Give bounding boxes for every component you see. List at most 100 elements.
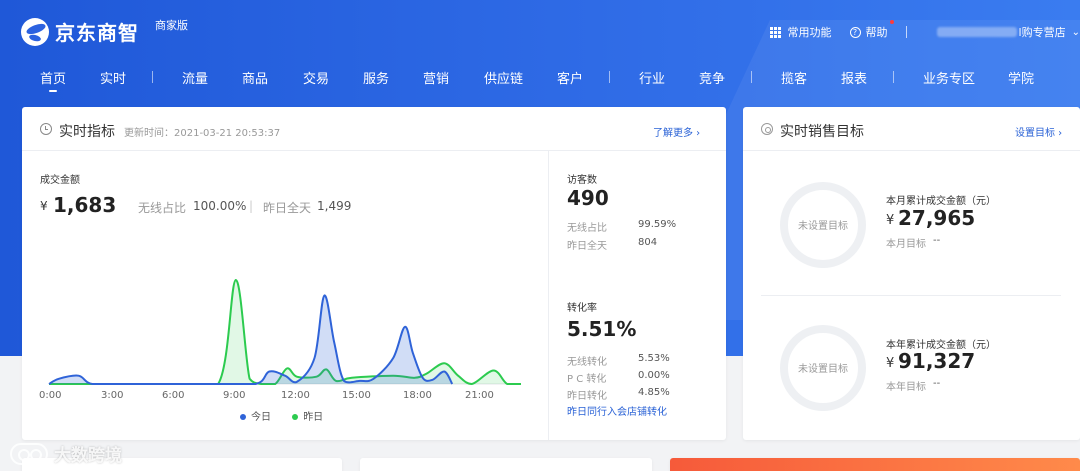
update-time: 更新时间：2021-03-21 20:53:37 [124,124,280,139]
nav-divider [609,71,610,83]
logo[interactable]: 京东商智 [21,17,139,46]
divider [905,26,907,38]
yearly-target-label: 本年目标 [886,382,926,393]
nav-item-realtime[interactable]: 实时 [100,68,126,87]
today-series-area [49,295,453,384]
watermark-logo-icon [10,442,48,465]
edition-label: 商家版 [155,19,188,32]
conversion-yesterday-label: 昨日转化 [567,391,607,402]
store-name-suffix: l购专营店 [1018,26,1066,39]
conversion-value: 5.51% [567,317,637,341]
nav-item-attract[interactable]: 揽客 [781,68,807,87]
grid-icon [769,26,783,38]
realtime-trend-chart [48,278,521,386]
nav-divider [751,71,752,83]
x-tick-label: 9:00 [223,390,246,401]
monthly-unset-label: 未设置目标 [798,221,848,232]
help-button[interactable]: ? 帮助 [849,20,894,40]
nav-item-customers[interactable]: 客户 [557,68,583,87]
gmv-label: 成交金额 [40,175,80,186]
sales-target-title: 实时销售目标 [780,124,864,140]
gmv-value: 1,683 [53,193,117,217]
sales-target-header: 实时销售目标 设置目标 › [743,107,1080,151]
yearly-gmv-value: 91,327 [898,349,976,373]
visitors-yesterday-value: 804 [638,237,658,248]
store-name-redacted [936,27,1017,37]
chart-legend: 今日 昨日 [240,408,323,423]
sales-target-card: 实时销售目标 设置目标 › 未设置目标 本月累计成交金额（元） ¥ 27,965… [743,107,1080,440]
visitors-value: 490 [567,186,609,210]
legend-yesterday-dot [292,414,299,420]
visitors-label: 访客数 [567,175,597,186]
legend-yesterday[interactable]: 昨日 [292,412,323,423]
nav-item-reports[interactable]: 报表 [841,68,867,87]
nav-item-service[interactable]: 服务 [363,68,389,87]
monthly-target-ring: 未设置目标 [780,182,866,268]
realtime-card-header: 实时指标 更新时间：2021-03-21 20:53:37 了解更多 › [22,107,726,151]
gmv-wireless-label: 无线占比 [138,201,187,215]
realtime-title: 实时指标 [59,124,115,140]
legend-today-label: 今日 [251,412,271,423]
set-target-label: 设置目标 [1015,128,1055,139]
vertical-divider [548,151,549,440]
legend-today[interactable]: 今日 [240,412,271,423]
set-target-link[interactable]: 设置目标 › [1015,124,1062,139]
logo-text: 京东商智 [55,21,139,45]
yearly-currency: ¥ [886,356,895,371]
bottom-card-3 [670,458,1080,471]
conversion-wireless-value: 5.53% [638,353,670,364]
nav-item-business-zone[interactable]: 业务专区 [923,68,975,87]
nav-item-products[interactable]: 商品 [242,68,268,87]
visitors-wireless-label: 无线占比 [567,223,607,234]
nav-item-supply-chain[interactable]: 供应链 [484,68,523,87]
nav-item-trade[interactable]: 交易 [303,68,329,87]
common-functions-button[interactable]: 常用功能 [769,24,832,40]
top-bar: 京东商智 商家版 常用功能 ? 帮助 l购专营店 ⌄ [0,0,1080,60]
x-tick-label: 18:00 [403,390,432,401]
visitors-yesterday-label: 昨日全天 [567,241,607,252]
x-tick-label: 3:00 [101,390,124,401]
yearly-target-value: -- [933,378,941,389]
learn-more-label: 了解更多 [653,128,693,139]
watermark-text: 大数跨境 [54,446,122,466]
nav-item-competition[interactable]: 竞争 [699,68,725,87]
target-icon [761,123,773,135]
conversion-label: 转化率 [567,303,597,314]
gmv-currency: ¥ [40,199,48,213]
peer-conversion-link[interactable]: 昨日同行入会店铺转化 [567,403,667,418]
conversion-pc-value: 0.00% [638,370,670,381]
nav-item-home[interactable]: 首页 [40,68,66,92]
jd-logo-icon [21,17,49,46]
help-label: 帮助 [865,26,888,39]
store-selector[interactable]: l购专营店 ⌄ [936,24,1080,40]
bottom-card-2 [360,458,652,471]
nav-divider [893,71,894,83]
nav-item-traffic[interactable]: 流量 [182,68,208,87]
legend-yesterday-label: 昨日 [303,412,324,423]
question-icon: ? [849,26,861,38]
gmv-yesterday-label: 昨日全天 [263,201,312,215]
conversion-wireless-label: 无线转化 [567,357,607,368]
x-tick-label: 12:00 [281,390,310,401]
x-tick-label: 15:00 [342,390,371,401]
x-tick-label: 0:00 [39,390,62,401]
monthly-gmv-label: 本月累计成交金额（元） [886,196,996,207]
legend-today-dot [240,414,246,420]
yearly-target-ring: 未设置目标 [780,325,866,411]
conversion-pc-label: P C 转化 [567,374,607,385]
nav-item-academy[interactable]: 学院 [1008,68,1034,87]
top-right-actions: 常用功能 ? 帮助 l购专营店 ⌄ [769,20,1080,40]
visitors-wireless-value: 99.59% [638,219,677,230]
yesterday-series-line[interactable] [49,278,521,386]
conversion-yesterday-value: 4.85% [638,387,670,398]
clock-icon [40,123,52,135]
nav-item-industry[interactable]: 行业 [639,68,665,87]
monthly-target-value: -- [933,235,941,246]
nav-divider [152,71,153,83]
notification-dot [889,20,894,24]
nav-item-marketing[interactable]: 营销 [423,68,449,87]
learn-more-link[interactable]: 了解更多 › [653,124,700,139]
stat-divider: | [249,199,254,213]
chevron-down-icon: ⌄ [1071,26,1080,38]
monthly-target-label: 本月目标 [886,239,926,250]
